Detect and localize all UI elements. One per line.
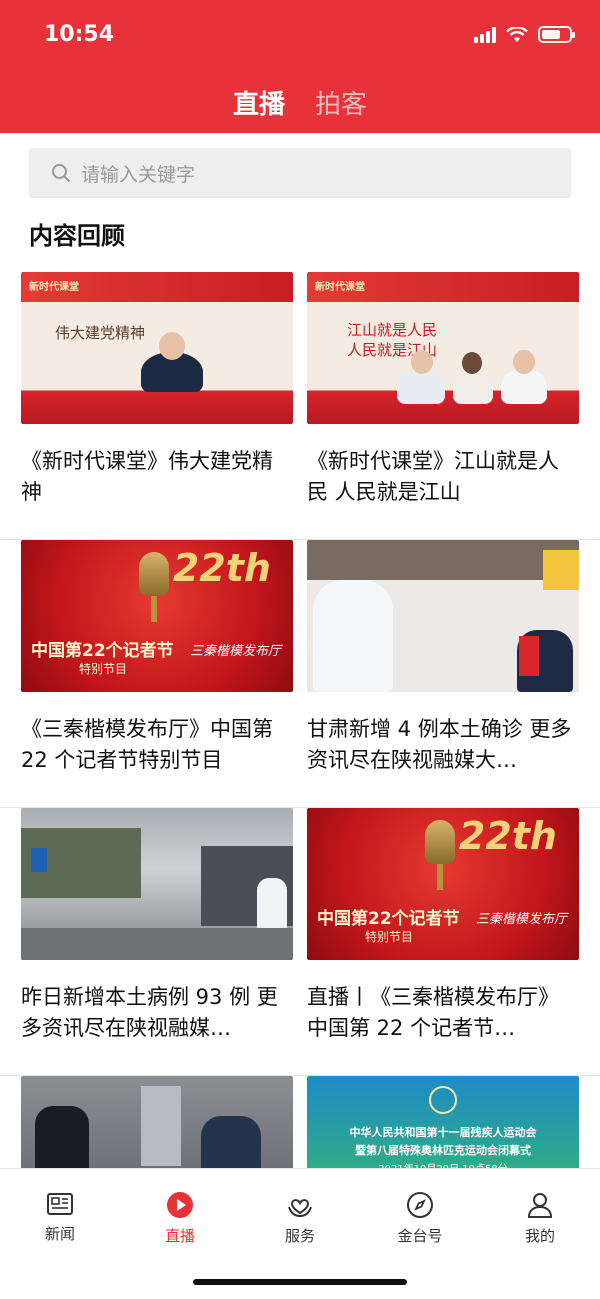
card-title: 昨日新增本土病例 93 例 更多资讯尽在陕视融媒…	[21, 985, 278, 1040]
games-emblem-icon	[429, 1086, 457, 1114]
user-icon	[527, 1193, 553, 1218]
thumbnail-line1: 中国第22个记者节	[317, 909, 460, 929]
person-figure	[201, 1116, 261, 1176]
thumbnail-number: 22th	[458, 814, 557, 858]
thumbnail-number: 22th	[172, 546, 271, 590]
compass-icon	[407, 1192, 433, 1218]
microphone-icon	[425, 820, 455, 864]
photo-ceiling	[307, 540, 579, 580]
nav-label: 金台号	[397, 1227, 443, 1245]
guest-head	[513, 350, 535, 374]
thumbnail-line2: 特别节目	[365, 930, 414, 944]
video-card[interactable]: 22th 中国第22个记者节 特别节目 三秦楷模发布厅 《三秦楷模发布厅》中国第…	[21, 540, 293, 776]
search-icon	[52, 164, 70, 182]
video-thumbnail	[307, 540, 579, 692]
status-icons	[474, 26, 575, 43]
play-icon	[167, 1192, 193, 1218]
card-title: 直播丨《三秦楷模发布厅》中国第 22 个记者节…	[307, 985, 559, 1040]
tab-paike[interactable]: 拍客	[315, 84, 367, 133]
wifi-icon	[506, 26, 528, 42]
video-thumbnail: 新时代课堂 伟大建党精神	[21, 272, 293, 424]
nav-item-service[interactable]: 服务	[260, 1191, 340, 1246]
news-icon	[47, 1193, 73, 1215]
search-input[interactable]: 请输入关键字	[29, 148, 571, 198]
nav-item-news[interactable]: 新闻	[20, 1191, 100, 1246]
nav-item-jintaihao[interactable]: 金台号	[380, 1191, 460, 1246]
section-title: 内容回顾	[29, 222, 125, 250]
video-card[interactable]: 甘肃新增 4 例本土确诊 更多资讯尽在陕视融媒大…	[307, 540, 579, 776]
video-card[interactable]: 昨日新增本土病例 93 例 更多资讯尽在陕视融媒…	[21, 808, 293, 1044]
thumbnail-script: 三秦楷模发布厅	[189, 644, 281, 659]
nav-label: 新闻	[44, 1225, 75, 1243]
content-grid: 新时代课堂 伟大建党精神 《新时代课堂》伟大建党精神 新时代课堂 江山就是人民 …	[0, 272, 600, 1299]
door	[141, 1086, 181, 1166]
status-time: 10:54	[44, 22, 115, 47]
nav-item-mine[interactable]: 我的	[500, 1191, 580, 1246]
service-heart-icon	[288, 1199, 312, 1218]
card-title: 《新时代课堂》伟大建党精神	[21, 449, 273, 504]
thumbnail-text: 伟大建党精神	[55, 324, 146, 342]
nav-label: 我的	[524, 1227, 555, 1245]
thumbnail-line2: 暨第八届特殊奥林匹克运动会闭幕式	[355, 1144, 531, 1157]
nav-label: 服务	[284, 1227, 315, 1245]
cellular-signal-icon	[474, 26, 496, 43]
tab-live[interactable]: 直播	[228, 84, 290, 143]
microphone-icon	[139, 552, 169, 596]
thumbnail-line2: 特别节目	[79, 662, 128, 676]
top-tabs: 直播 拍客	[0, 84, 600, 143]
video-thumbnail: 22th 中国第22个记者节 特别节目 三秦楷模发布厅	[21, 540, 293, 692]
road	[21, 928, 293, 960]
guest-head	[462, 352, 482, 374]
card-title: 《三秦楷模发布厅》中国第 22 个记者节特别节目	[21, 717, 273, 772]
card-title: 甘肃新增 4 例本土确诊 更多资讯尽在陕视融媒大…	[307, 717, 572, 772]
protective-suit-figure	[313, 580, 393, 692]
thumbnail-line1: 中华人民共和国第十一届残疾人运动会	[349, 1126, 537, 1139]
microphone-stand	[437, 864, 443, 890]
home-indicator	[193, 1279, 407, 1285]
thumbnail-line1: 中国第22个记者节	[31, 641, 174, 661]
red-scarf	[519, 636, 539, 676]
video-card[interactable]: 新时代课堂 伟大建党精神 《新时代课堂》伟大建党精神	[21, 272, 293, 508]
speaker-head	[159, 332, 185, 360]
thumbnail-banner-text: 新时代课堂	[29, 282, 79, 293]
battery-icon	[538, 26, 575, 43]
card-title: 《新时代课堂》江山就是人民 人民就是江山	[307, 449, 559, 504]
thumbnail-banner-text: 新时代课堂	[315, 282, 365, 293]
video-thumbnail	[21, 808, 293, 960]
video-thumbnail: 新时代课堂 江山就是人民 人民就是江山	[307, 272, 579, 424]
nav-item-live[interactable]: 直播	[140, 1191, 220, 1246]
video-card[interactable]: 22th 中国第22个记者节 特别节目 三秦楷模发布厅 直播丨《三秦楷模发布厅》…	[307, 808, 579, 1044]
guest-head	[411, 350, 433, 374]
card-row: 新时代课堂 伟大建党精神 《新时代课堂》伟大建党精神 新时代课堂 江山就是人民 …	[0, 272, 600, 540]
video-thumbnail: 22th 中国第22个记者节 特别节目 三秦楷模发布厅	[307, 808, 579, 960]
thumbnail-script: 三秦楷模发布厅	[475, 912, 567, 927]
nav-label: 直播	[164, 1227, 195, 1245]
parking-sign	[31, 848, 47, 872]
app-header: 10:54 直播 拍客	[0, 0, 600, 143]
card-row: 22th 中国第22个记者节 特别节目 三秦楷模发布厅 《三秦楷模发布厅》中国第…	[0, 540, 600, 808]
card-row: 昨日新增本土病例 93 例 更多资讯尽在陕视融媒… 22th 中国第22个记者节…	[0, 808, 600, 1076]
wall-sign	[543, 550, 579, 590]
microphone-stand	[151, 596, 157, 622]
officer-figure	[35, 1106, 89, 1176]
video-card[interactable]: 新时代课堂 江山就是人民 人民就是江山 《新时代课堂》江山就是人民 人民就是江山	[307, 272, 579, 508]
search-placeholder: 请输入关键字	[81, 163, 196, 186]
